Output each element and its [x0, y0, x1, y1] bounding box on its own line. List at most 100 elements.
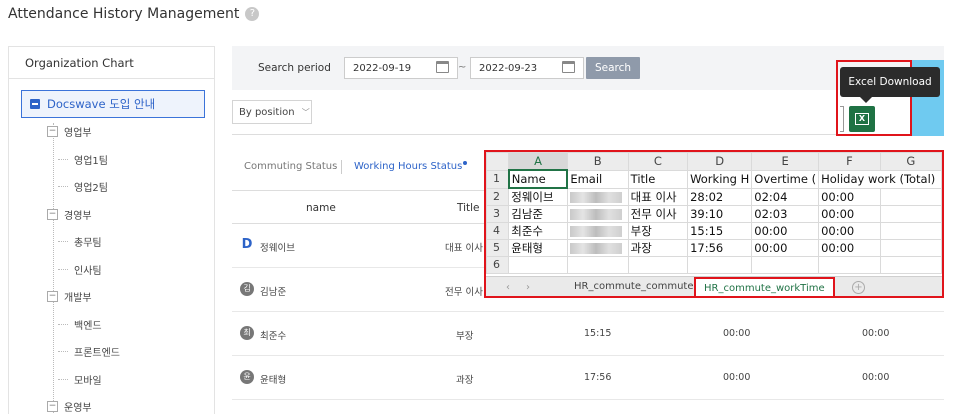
column-header[interactable]: E	[751, 152, 820, 171]
column-header[interactable]: A	[508, 152, 568, 171]
cell[interactable]: 15:15	[687, 222, 753, 240]
calendar-icon[interactable]	[436, 61, 449, 73]
table-row[interactable]: 윤 윤태형 과장 17:56 00:00 00:00	[232, 356, 944, 400]
column-header[interactable]: D	[687, 152, 753, 171]
column-header[interactable]: G	[879, 152, 942, 171]
next-sheet-icon[interactable]: ›	[526, 282, 530, 293]
add-sheet-icon[interactable]: +	[852, 281, 865, 294]
tree-node-dept[interactable]: − 영업부	[47, 123, 92, 139]
tree-node-label: 모바일	[74, 375, 102, 387]
active-dot-icon	[463, 161, 468, 165]
date-range-separator: ~	[458, 62, 467, 73]
cell-email-redacted[interactable]	[566, 187, 629, 206]
cell[interactable]: Title	[627, 169, 689, 189]
cell[interactable]: Holiday work (Total)	[818, 169, 942, 189]
search-button[interactable]: Search	[586, 57, 640, 79]
start-date-input[interactable]: 2022-09-19	[344, 57, 458, 79]
org-root-node[interactable]: Docswave 도입 안내	[21, 90, 205, 118]
cell[interactable]: 00:00	[818, 205, 881, 223]
table-row[interactable]: 최 최준수 부장 15:15 00:00 00:00	[232, 312, 944, 356]
cell[interactable]: 02:03	[751, 205, 820, 223]
tab-working-hours-status[interactable]: Working Hours Status	[354, 161, 468, 172]
tree-node-team[interactable]: 영업2팀	[58, 178, 108, 194]
cell-email-redacted[interactable]	[566, 205, 629, 223]
tree-node-label: 경영부	[64, 210, 92, 222]
help-icon[interactable]: ?	[245, 7, 260, 21]
tree-node-team[interactable]: 모바일	[58, 371, 102, 387]
spreadsheet-grid: A B C D E F G 1 Name Email Title Working…	[486, 152, 942, 274]
cell[interactable]: Overtime (	[751, 169, 820, 189]
cell[interactable]: 02:04	[751, 187, 820, 206]
tab-commuting-status[interactable]: Commuting Status	[244, 161, 337, 172]
avatar: D	[241, 237, 253, 252]
cell[interactable]: 17:56	[687, 239, 753, 257]
collapse-icon[interactable]	[30, 99, 40, 109]
cell[interactable]: Name	[507, 169, 569, 189]
cell[interactable]: 00:00	[818, 239, 881, 257]
cell[interactable]: 39:10	[687, 205, 753, 223]
prev-sheet-icon[interactable]: ‹	[506, 282, 510, 293]
cell[interactable]: 대표 이사	[627, 187, 689, 206]
column-header[interactable]: C	[627, 152, 689, 171]
cell[interactable]: 최준수	[508, 222, 568, 240]
sheet-tab-commute[interactable]: HR_commute_commute	[574, 281, 694, 292]
collapse-icon[interactable]: −	[47, 208, 58, 220]
row-number[interactable]: 1	[486, 169, 510, 189]
collapse-icon[interactable]: −	[47, 400, 58, 412]
tree-node-team[interactable]: 총무팀	[58, 233, 102, 249]
cell[interactable]	[751, 256, 820, 274]
row-number[interactable]: 5	[486, 239, 510, 257]
tree-node-dept[interactable]: − 운영부	[47, 398, 92, 414]
cell[interactable]	[687, 256, 753, 274]
tree-node-team[interactable]: 백엔드	[58, 316, 102, 332]
cell[interactable]	[879, 239, 942, 257]
cell[interactable]: 00:00	[751, 222, 820, 240]
cell[interactable]	[508, 256, 568, 274]
cell[interactable]	[566, 256, 629, 274]
sheet-tab-worktime[interactable]: HR_commute_workTime	[694, 277, 835, 296]
row-number[interactable]: 6	[486, 256, 510, 274]
tree-node-team[interactable]: 영업1팀	[58, 151, 108, 167]
tree-node-team[interactable]: 인사팀	[58, 261, 102, 277]
excel-download-tooltip: Excel Download	[840, 67, 940, 103]
tab-label: Working Hours Status	[354, 161, 463, 172]
row-name: 윤태형	[260, 375, 287, 386]
column-header[interactable]: B	[566, 152, 629, 171]
cell[interactable]: 윤태형	[508, 239, 568, 257]
cell[interactable]: Working H	[687, 169, 753, 189]
cell[interactable]: 김남준	[508, 205, 568, 223]
cell[interactable]	[818, 256, 881, 274]
calendar-icon[interactable]	[562, 61, 575, 73]
column-header[interactable]: F	[818, 152, 881, 171]
cell[interactable]: 부장	[627, 222, 689, 240]
cell[interactable]: 00:00	[751, 239, 820, 257]
cell[interactable]: 정웨이브	[508, 187, 568, 206]
cell[interactable]: 과장	[627, 239, 689, 257]
tree-branch	[58, 350, 68, 352]
collapse-icon[interactable]: −	[47, 290, 58, 302]
cell[interactable]	[879, 205, 942, 223]
collapse-icon[interactable]: −	[47, 125, 58, 137]
end-date-value: 2022-09-23	[479, 63, 538, 74]
cell[interactable]	[879, 187, 942, 206]
select-all-corner[interactable]	[486, 152, 510, 171]
tree-node-dept[interactable]: − 경영부	[47, 206, 92, 222]
cell-email-redacted[interactable]	[566, 222, 629, 240]
cell[interactable]	[879, 222, 942, 240]
cell[interactable]: 전무 이사	[627, 205, 689, 223]
row-number[interactable]: 4	[486, 222, 510, 240]
cell[interactable]: 28:02	[687, 187, 753, 206]
cell[interactable]: Email	[566, 169, 629, 189]
cell[interactable]	[627, 256, 689, 274]
cell-email-redacted[interactable]	[566, 239, 629, 257]
redacted-email	[569, 209, 622, 220]
row-number[interactable]: 2	[486, 187, 510, 206]
cell[interactable]	[879, 256, 942, 274]
tree-node-dept[interactable]: − 개발부	[47, 288, 92, 304]
cell[interactable]: 00:00	[818, 187, 881, 206]
end-date-input[interactable]: 2022-09-23	[470, 57, 584, 79]
position-select[interactable]: By position ﹀	[232, 100, 312, 124]
row-number[interactable]: 3	[486, 205, 510, 223]
cell[interactable]: 00:00	[818, 222, 881, 240]
tree-node-team[interactable]: 프론트엔드	[58, 343, 120, 359]
